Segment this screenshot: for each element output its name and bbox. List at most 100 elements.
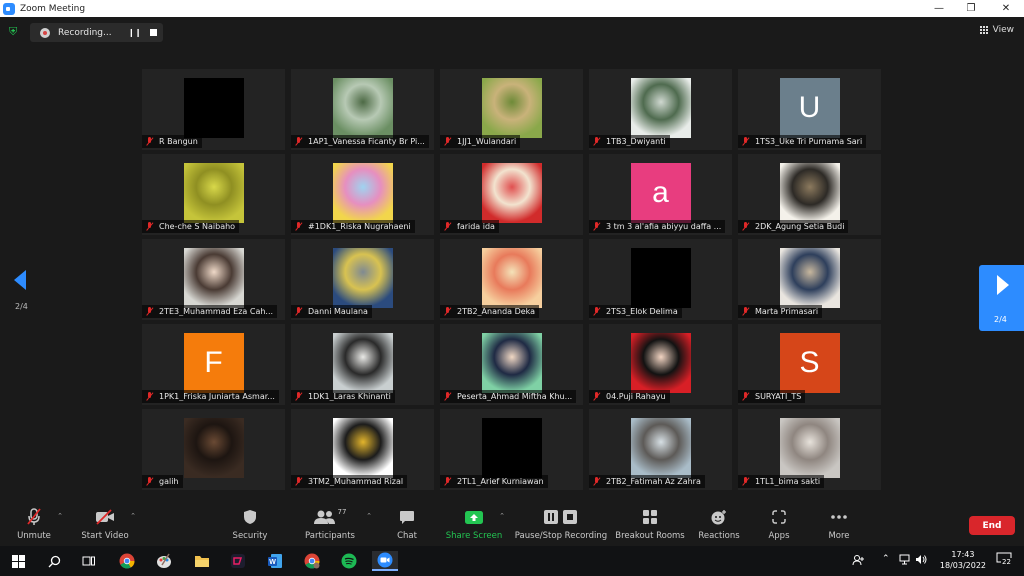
more-button[interactable]: More: [823, 508, 855, 544]
spotify-icon[interactable]: [338, 551, 360, 571]
microphone-muted-icon: [741, 137, 750, 146]
network-icon[interactable]: [899, 554, 912, 568]
avatar-initial-letter: U: [798, 91, 821, 124]
participant-tile[interactable]: 1TL1_bima sakti: [738, 409, 881, 490]
breakout-rooms-button[interactable]: Breakout Rooms: [615, 508, 685, 544]
participant-name: farida ida: [457, 222, 495, 231]
participant-tile[interactable]: Che-che S Naibaho: [142, 154, 285, 235]
avatar-photo: [630, 78, 691, 138]
view-button[interactable]: View: [979, 25, 1014, 35]
share-screen-button[interactable]: Share Screen: [446, 508, 502, 544]
search-icon[interactable]: [43, 551, 65, 571]
close-button[interactable]: ✕: [989, 0, 1023, 17]
participant-name: galih: [159, 477, 179, 486]
video-off-placeholder: [481, 418, 542, 478]
microphone-muted-icon: [443, 137, 452, 146]
microphone-muted-icon: [592, 392, 601, 401]
microphone-muted-icon: [592, 477, 601, 486]
participant-namebar: 1JJ1_Wulandari: [440, 135, 521, 148]
participant-tile[interactable]: #1DK1_Riska Nugrahaeni: [291, 154, 434, 235]
recording-indicator: Recording... ❙❙: [30, 23, 163, 42]
participant-tile[interactable]: 2TL1_Arief Kurniawan: [440, 409, 583, 490]
participant-tile[interactable]: 1JJ1_Wulandari: [440, 69, 583, 150]
start-button[interactable]: [7, 551, 29, 571]
encryption-shield-icon[interactable]: ⛨: [9, 26, 20, 38]
participant-tile[interactable]: U 1TS3_Uke Tri Purnama Sari: [738, 69, 881, 150]
participant-tile[interactable]: 1DK1_Laras Khinanti: [291, 324, 434, 405]
participant-name: 3TM2_Muhammad Rizal: [308, 477, 404, 486]
pause-recording-icon[interactable]: ❙❙: [128, 28, 141, 37]
share-screen-icon: [464, 508, 484, 526]
file-explorer-icon[interactable]: [191, 551, 213, 571]
participant-tile[interactable]: 3TM2_Muhammad Rizal: [291, 409, 434, 490]
participant-tile[interactable]: farida ida: [440, 154, 583, 235]
next-page-button[interactable]: 2/4: [979, 265, 1024, 331]
participant-tile[interactable]: galih: [142, 409, 285, 490]
microphone-muted-icon: [443, 222, 452, 231]
zoom-taskbar-icon[interactable]: [372, 551, 398, 571]
reactions-button[interactable]: Reactions: [698, 508, 740, 544]
emoji-plus-icon: [710, 508, 728, 526]
participant-tile[interactable]: 2TE3_Muhammad Eza Cah...: [142, 239, 285, 320]
chrome-icon[interactable]: [116, 551, 138, 571]
volume-icon[interactable]: [915, 554, 928, 568]
participant-tile[interactable]: 04.Puji Rahayu: [589, 324, 732, 405]
video-options-caret[interactable]: ⌃: [128, 508, 138, 544]
participant-name: Marta Primasari: [755, 307, 819, 316]
security-button[interactable]: Security: [230, 508, 270, 544]
participant-name: Peserta_Ahmad Miftha Khu...: [457, 392, 573, 401]
task-view-icon[interactable]: [78, 551, 100, 571]
word-icon[interactable]: W: [264, 551, 286, 571]
minimize-button[interactable]: —: [922, 0, 956, 17]
apps-button[interactable]: Apps: [763, 508, 795, 544]
microphone-muted-icon: [145, 222, 154, 231]
participants-button[interactable]: 77 Participants: [302, 508, 358, 544]
notification-center-button[interactable]: 22: [996, 552, 1014, 568]
svg-text:W: W: [269, 559, 276, 566]
microphone-muted-icon: [741, 222, 750, 231]
pause-stop-recording-button[interactable]: Pause/Stop Recording: [515, 508, 607, 544]
start-video-button[interactable]: Start Video: [80, 508, 130, 544]
participant-tile[interactable]: 2TB2_Fatimah Az Zahra: [589, 409, 732, 490]
chrome-profile-icon[interactable]: [301, 551, 323, 571]
participant-tile[interactable]: 2TB2_Ananda Deka: [440, 239, 583, 320]
avatar-photo: [779, 248, 840, 308]
chat-button[interactable]: Chat: [392, 508, 422, 544]
avatar-photo: [183, 248, 244, 308]
microphone-muted-icon: [741, 477, 750, 486]
recorder-app-icon[interactable]: [227, 551, 249, 571]
people-icon[interactable]: [852, 554, 866, 569]
participant-namebar: 1AP1_Vanessa Ficanty Br Pi...: [291, 135, 429, 148]
audio-options-caret[interactable]: ⌃: [55, 508, 65, 544]
paint-icon[interactable]: [153, 551, 175, 571]
participant-tile[interactable]: 1TB3_Dwiyanti: [589, 69, 732, 150]
participant-tile[interactable]: F 1PK1_Friska Juniarta Asmar...: [142, 324, 285, 405]
stop-recording-icon[interactable]: [150, 29, 157, 36]
participant-tile[interactable]: Peserta_Ahmad Miftha Khu...: [440, 324, 583, 405]
participant-tile[interactable]: a 3 tm 3 al'afia abiyyu daffa ...: [589, 154, 732, 235]
participants-options-caret[interactable]: ⌃: [364, 508, 374, 544]
avatar-photo: [779, 418, 840, 478]
participant-tile[interactable]: S SURYATI_TS: [738, 324, 881, 405]
participant-tile[interactable]: 2TS3_Elok Delima: [589, 239, 732, 320]
recording-label: Recording...: [58, 27, 112, 38]
video-off-placeholder: [630, 248, 691, 308]
show-hidden-icons-chevron-icon[interactable]: ⌃: [882, 554, 890, 564]
restore-button[interactable]: ❐: [954, 0, 988, 17]
participant-tile[interactable]: 2DK_Agung Setia Budi: [738, 154, 881, 235]
participant-gallery: R Bangun 1AP1_Vanessa Ficanty Br Pi... 1JJ…: [142, 69, 882, 490]
share-options-caret[interactable]: ⌃: [497, 508, 507, 544]
participant-name: SURYATI_TS: [755, 392, 802, 401]
participant-tile[interactable]: Danni Maulana: [291, 239, 434, 320]
system-clock[interactable]: 17:43 18/03/2022: [940, 549, 986, 571]
participant-tile[interactable]: R Bangun: [142, 69, 285, 150]
participant-tile[interactable]: 1AP1_Vanessa Ficanty Br Pi...: [291, 69, 434, 150]
previous-page-button[interactable]: 2/4: [8, 270, 38, 330]
end-meeting-button[interactable]: End: [969, 516, 1015, 535]
participant-name: 1DK1_Laras Khinanti: [308, 392, 391, 401]
participant-tile[interactable]: Marta Primasari: [738, 239, 881, 320]
participant-name: Danni Maulana: [308, 307, 368, 316]
unmute-button[interactable]: Unmute: [14, 508, 54, 544]
caret-up-icon: ⌃: [366, 512, 372, 520]
microphone-muted-icon: [294, 137, 303, 146]
